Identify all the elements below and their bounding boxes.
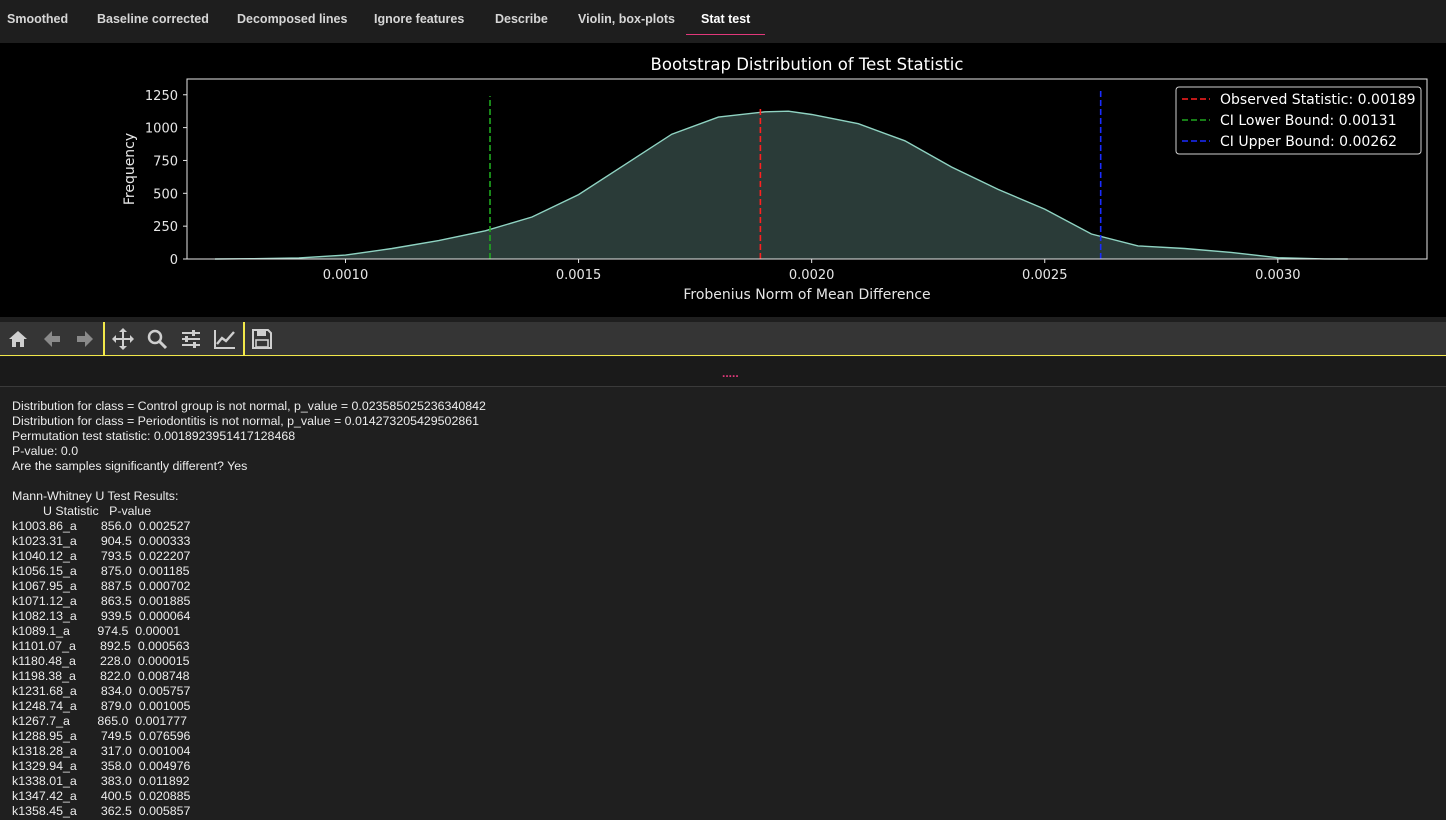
x-tick-label: 0.0030 — [1255, 268, 1301, 283]
output-line: k1358.45_a 362.5 0.005857 — [12, 804, 191, 818]
navigation-toolbar — [0, 322, 1446, 356]
legend-label-1: CI Lower Bound: 0.00131 — [1220, 113, 1397, 129]
y-tick-label: 1000 — [145, 122, 178, 137]
panel-splitter[interactable]: ..... — [0, 357, 1446, 387]
output-line: k1089.1_a 974.5 0.00001 — [12, 624, 181, 638]
pan-icon[interactable] — [109, 325, 137, 353]
splitter-handle[interactable]: ..... — [722, 367, 739, 379]
plot-canvas[interactable]: Bootstrap Distribution of Test Statistic… — [0, 43, 1446, 317]
y-tick-label: 0 — [170, 253, 178, 268]
output-line: Permutation test statistic: 0.0018923951… — [12, 429, 296, 443]
toolbar-separator — [103, 322, 105, 356]
y-tick-label: 1250 — [145, 89, 178, 104]
x-axis-label: Frobenius Norm of Mean Difference — [683, 287, 930, 303]
configure-subplots-icon[interactable] — [177, 325, 205, 353]
tab-violin-box-plots[interactable]: Violin, box-plots — [578, 0, 675, 36]
output-line: P-value: 0.0 — [12, 444, 79, 458]
tab-describe[interactable]: Describe — [495, 0, 548, 36]
x-tick-label: 0.0015 — [556, 268, 602, 283]
output-line: k1198.38_a 822.0 0.008748 — [12, 669, 190, 683]
output-line: U Statistic P-value — [12, 504, 152, 518]
output-line: k1267.7_a 865.0 0.001777 — [12, 714, 187, 728]
back-arrow-icon[interactable] — [38, 325, 66, 353]
output-line: k1329.94_a 358.0 0.004976 — [12, 759, 191, 773]
output-line: k1082.13_a 939.5 0.000064 — [12, 609, 191, 623]
legend-label-0: Observed Statistic: 0.00189 — [1220, 92, 1416, 108]
stat-test-output: Distribution for class = Control group i… — [0, 388, 1446, 820]
output-line: k1180.48_a 228.0 0.000015 — [12, 654, 190, 668]
output-line: k1101.07_a 892.5 0.000563 — [12, 639, 190, 653]
x-tick-label: 0.0020 — [789, 268, 835, 283]
tab-ignore-features[interactable]: Ignore features — [374, 0, 464, 36]
output-line: k1023.31_a 904.5 0.000333 — [12, 534, 191, 548]
y-tick-label: 250 — [153, 220, 178, 235]
y-tick-label: 500 — [153, 187, 178, 202]
output-line: k1338.01_a 383.0 0.011892 — [12, 774, 190, 788]
output-line: k1071.12_a 863.5 0.001885 — [12, 594, 191, 608]
bootstrap-distribution-chart: Bootstrap Distribution of Test Statistic… — [122, 55, 1428, 303]
toolbar-separator — [243, 322, 245, 356]
output-line: k1231.68_a 834.0 0.005757 — [12, 684, 191, 698]
home-icon[interactable] — [4, 325, 32, 353]
tab-decomposed-lines[interactable]: Decomposed lines — [237, 0, 347, 36]
output-line: k1056.15_a 875.0 0.001185 — [12, 564, 190, 578]
legend-label-2: CI Upper Bound: 0.00262 — [1220, 134, 1397, 150]
output-line: k1347.42_a 400.5 0.020885 — [12, 789, 191, 803]
y-tick-label: 750 — [153, 154, 178, 169]
output-line: k1248.74_a 879.0 0.001005 — [12, 699, 191, 713]
chart-title: Bootstrap Distribution of Test Statistic — [651, 55, 964, 74]
tab-bar: Smoothed Baseline corrected Decomposed l… — [0, 0, 1446, 43]
tab-smoothed[interactable]: Smoothed — [7, 0, 68, 36]
x-tick-label: 0.0010 — [323, 268, 369, 283]
zoom-icon[interactable] — [143, 325, 171, 353]
tab-baseline-corrected[interactable]: Baseline corrected — [97, 0, 209, 36]
forward-arrow-icon[interactable] — [71, 325, 99, 353]
output-line: k1003.86_a 856.0 0.002527 — [12, 519, 191, 533]
output-line: Are the samples significantly different?… — [12, 459, 248, 473]
output-line: Distribution for class = Control group i… — [12, 399, 486, 413]
output-line: k1288.95_a 749.5 0.076596 — [12, 729, 191, 743]
output-line: Distribution for class = Periodontitis i… — [12, 414, 480, 428]
output-line: k1040.12_a 793.5 0.022207 — [12, 549, 191, 563]
edit-axis-icon[interactable] — [211, 325, 239, 353]
output-line: Mann-Whitney U Test Results: — [12, 489, 179, 503]
output-line: k1067.95_a 887.5 0.000702 — [12, 579, 191, 593]
x-tick-label: 0.0025 — [1022, 268, 1068, 283]
save-icon[interactable] — [248, 325, 276, 353]
tab-stat-test[interactable]: Stat test — [685, 0, 766, 36]
output-line: k1318.28_a 317.0 0.001004 — [12, 744, 191, 758]
y-axis-label: Frequency — [122, 133, 138, 205]
